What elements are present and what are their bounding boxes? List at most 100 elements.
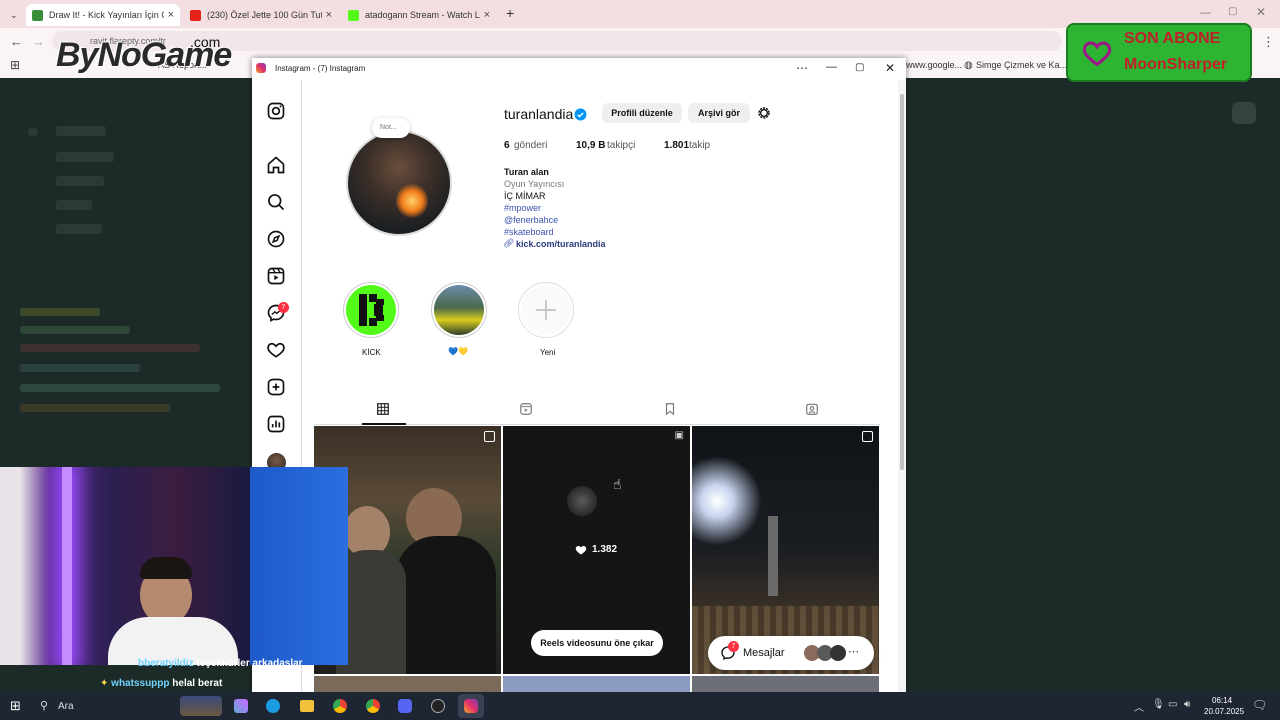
profile-username: turanlandia	[504, 106, 574, 122]
browser-tab-2[interactable]: (230) Özel Jette 100 Gün Tutsal ×	[184, 4, 338, 26]
edge-icon[interactable]	[266, 699, 280, 713]
bookmark-item[interactable]: www.google...	[906, 60, 962, 70]
notifications-icon[interactable]: 🗨︎	[1252, 698, 1267, 712]
posts-count: 6	[504, 140, 510, 151]
close-tab-icon[interactable]: ×	[484, 9, 490, 21]
followers-label[interactable]: takipçi	[607, 140, 635, 151]
bio-link[interactable]: kick.com/turanlandia	[516, 239, 606, 249]
maximize-icon[interactable]: ▢	[1228, 6, 1237, 17]
instagram-icon[interactable]	[464, 699, 478, 713]
messages-pill[interactable]: 7 Mesajlar ⋯	[708, 636, 874, 670]
discord-icon[interactable]	[398, 699, 412, 713]
note-bubble[interactable]: Not...	[372, 118, 410, 138]
neon-light	[62, 467, 72, 665]
instagram-window: Instagram - (7) Instagram ⋯ — ▢ ✕ 7 Not.…	[252, 58, 906, 692]
widget-icon[interactable]	[180, 696, 222, 716]
taskbar-search[interactable]: Ara	[58, 701, 74, 712]
search-icon[interactable]: ⚲	[40, 699, 48, 712]
home-icon[interactable]	[266, 155, 286, 175]
bio-line: İÇ MİMAR	[504, 191, 546, 201]
reels-tab-icon[interactable]	[519, 402, 533, 416]
followers-count[interactable]: 10,9 B	[576, 140, 605, 151]
highlight-label: KİCK	[362, 348, 381, 357]
more-options-icon[interactable]: ⋯	[796, 61, 808, 75]
dim-light	[567, 486, 597, 516]
bookmark-item[interactable]: Simge Çizmek ve Ka...	[976, 60, 1067, 70]
chat-text: teşekkürler arkadaşlar	[196, 658, 303, 669]
close-tab-icon[interactable]: ×	[168, 9, 174, 21]
close-tab-icon[interactable]: ×	[326, 9, 332, 21]
posts-grid-icon[interactable]	[376, 402, 390, 416]
blue-backdrop	[250, 467, 348, 665]
windows-start-icon[interactable]: ⊞	[10, 698, 21, 714]
highlight-label: 💙💛	[448, 347, 468, 356]
heart-icon[interactable]	[266, 340, 286, 360]
highlight-fans[interactable]	[431, 282, 487, 338]
scrollbar-thumb[interactable]	[900, 94, 904, 470]
chat-username: bberatyildiz	[138, 658, 194, 669]
instagram-logo-icon[interactable]	[266, 101, 286, 121]
menu-dots-icon[interactable]: ⋮	[1262, 34, 1275, 50]
mouse-cursor-icon: ☝︎	[613, 476, 622, 492]
chat-text: helal berat	[172, 678, 223, 689]
globe-icon: ◍	[964, 60, 973, 71]
search-icon[interactable]	[266, 192, 286, 212]
reels-icon[interactable]	[266, 266, 286, 286]
kick-logo-icon	[346, 285, 396, 335]
close-window-icon[interactable]: ✕	[1256, 5, 1266, 19]
highlight-kick[interactable]	[343, 282, 399, 338]
chevron-up-icon[interactable]: ︿	[1134, 699, 1144, 714]
network-icon[interactable]: ▭	[1168, 699, 1177, 710]
settings-gear-icon[interactable]	[756, 105, 772, 121]
minimize-icon[interactable]: —	[1200, 7, 1211, 19]
following-label[interactable]: takip	[689, 140, 710, 151]
tagged-icon[interactable]	[805, 402, 819, 416]
saved-bookmark-icon[interactable]	[663, 402, 677, 416]
bio-category: Oyun Yayıncısı	[504, 179, 565, 189]
chrome-icon[interactable]	[333, 699, 347, 713]
volume-icon[interactable]: 🔊︎	[1184, 699, 1190, 710]
reel-thumbnail[interactable]: ▣ 1.382 Reels videosunu öne çıkar ☝︎	[503, 426, 690, 674]
avatar	[830, 645, 846, 661]
file-explorer-icon[interactable]	[300, 700, 314, 712]
new-tab-button[interactable]: +	[506, 5, 514, 21]
messages-label: Mesajlar	[743, 647, 785, 659]
notification-badge: 7	[278, 302, 289, 313]
post-thumbnail[interactable]	[503, 676, 690, 692]
obs-icon[interactable]	[431, 699, 445, 713]
chat-message: bberatyildiz teşekkürler arkadaşlar	[138, 658, 303, 669]
bio-hashtag[interactable]: #skateboard	[504, 227, 554, 237]
explore-compass-icon[interactable]	[266, 229, 286, 249]
active-tab-indicator	[362, 423, 406, 425]
chrome-icon[interactable]	[366, 699, 380, 713]
microphone-icon[interactable]: 🎙︎	[1152, 699, 1165, 710]
taskbar-time[interactable]: 06:14	[1212, 696, 1232, 705]
son-abone-title: SON ABONE	[1124, 30, 1221, 47]
forward-arrow-icon[interactable]: →	[32, 34, 45, 49]
highlight-new[interactable]	[518, 282, 574, 338]
following-count[interactable]: 1.801	[664, 140, 689, 151]
apps-grid-icon[interactable]: ⊞	[10, 58, 20, 72]
browser-tab-3[interactable]: atadogann Stream - Watch Live ×	[342, 4, 496, 26]
browser-tab-1[interactable]: Draw It! - Kick Yayınları İçin Çiz ×	[26, 4, 180, 26]
person-silhouette	[768, 516, 778, 596]
taskbar-date[interactable]: 20.07.2025	[1204, 707, 1244, 716]
edit-profile-button[interactable]: Profili düzenle	[602, 103, 682, 123]
view-archive-button[interactable]: Arşivi gör	[688, 103, 750, 123]
feature-reel-button[interactable]: Reels videosunu öne çıkar	[531, 630, 663, 656]
minimize-icon[interactable]: —	[826, 61, 837, 73]
tab-list-button[interactable]: ⌄	[4, 4, 24, 26]
post-thumbnail[interactable]	[692, 676, 879, 692]
close-icon[interactable]: ✕	[885, 61, 895, 75]
like-heart-icon	[575, 546, 587, 555]
chevron-down-icon: ⌄	[10, 9, 18, 20]
post-thumbnail[interactable]	[314, 676, 501, 692]
profile-picture[interactable]	[346, 130, 452, 236]
insights-chart-icon[interactable]	[266, 414, 286, 434]
back-arrow-icon[interactable]: ←	[10, 34, 23, 49]
create-plus-icon[interactable]	[266, 377, 286, 397]
bio-hashtag[interactable]: #mpower	[504, 203, 541, 213]
copilot-icon[interactable]	[234, 699, 248, 713]
bio-mention[interactable]: @fenerbahce	[504, 215, 558, 225]
maximize-icon[interactable]: ▢	[855, 62, 864, 73]
